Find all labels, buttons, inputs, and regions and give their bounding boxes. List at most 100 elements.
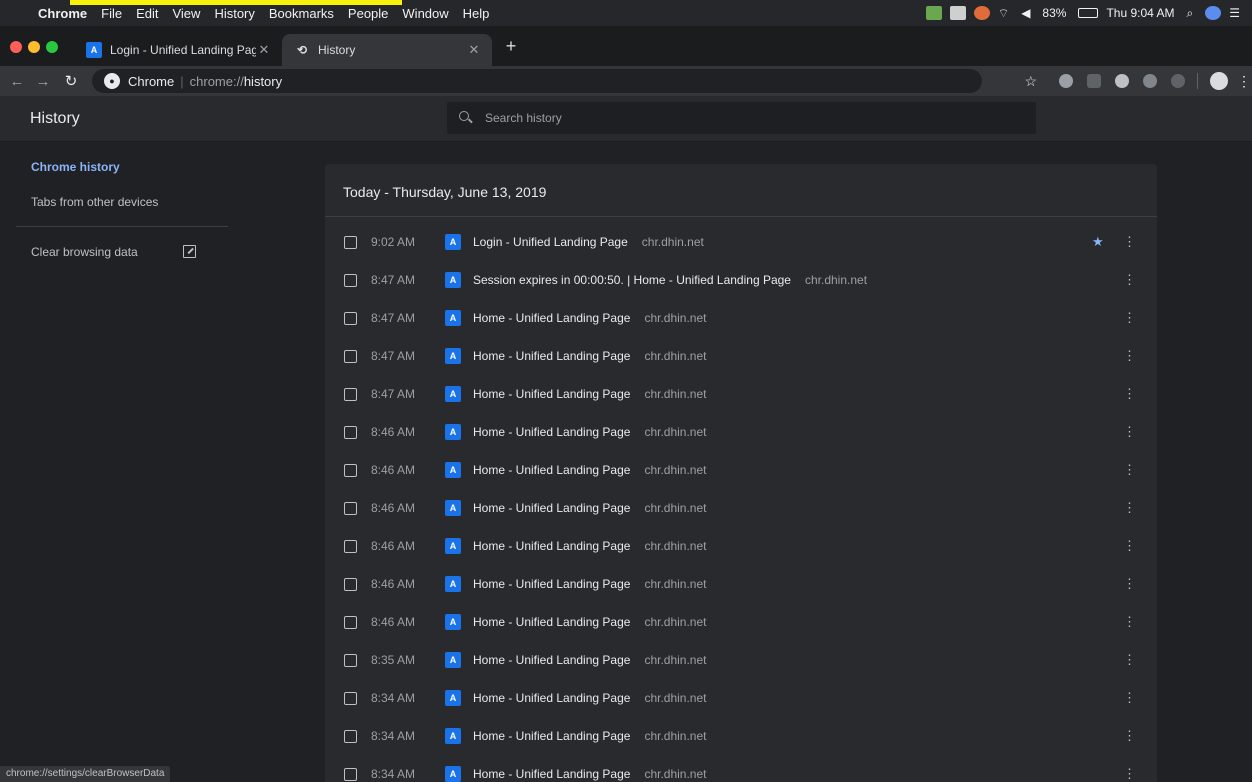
profile-avatar[interactable] — [1210, 72, 1228, 90]
page-title-link[interactable]: Session expires in 00:00:50. | Home - Un… — [473, 273, 791, 287]
tab-history[interactable]: ⟲ History ✕ — [282, 34, 492, 66]
row-checkbox[interactable] — [344, 463, 357, 477]
row-menu-icon[interactable]: ⋮ — [1123, 348, 1136, 364]
search-input[interactable] — [485, 111, 985, 125]
page-title-link[interactable]: Home - Unified Landing Page — [473, 539, 630, 553]
history-row[interactable]: 8:46 AM A Home - Unified Landing Page chr.d… — [325, 413, 1157, 451]
bookmark-star-icon[interactable]: ☆ — [1024, 73, 1037, 90]
history-row[interactable]: 8:34 AM A Home - Unified Landing Page chr.d… — [325, 755, 1157, 782]
status-app-icon[interactable] — [925, 6, 942, 20]
page-title-link[interactable]: Home - Unified Landing Page — [473, 577, 630, 591]
sidebar-item-other-devices[interactable]: Tabs from other devices — [31, 195, 158, 209]
chrome-menu-icon[interactable]: ⋮ — [1236, 73, 1252, 90]
row-checkbox[interactable] — [344, 691, 357, 705]
address-bar[interactable]: ● Chrome | chrome://history — [92, 69, 982, 93]
menu-window[interactable]: Window — [402, 6, 448, 21]
menu-app-name[interactable]: Chrome — [38, 6, 87, 21]
history-row[interactable]: 8:46 AM A Home - Unified Landing Page chr.d… — [325, 565, 1157, 603]
menu-help[interactable]: Help — [463, 6, 490, 21]
window-zoom-button[interactable] — [46, 41, 58, 53]
row-menu-icon[interactable]: ⋮ — [1123, 424, 1136, 440]
window-minimize-button[interactable] — [28, 41, 40, 53]
row-menu-icon[interactable]: ⋮ — [1123, 234, 1136, 250]
menubar-clock[interactable]: Thu 9:04 AM — [1106, 6, 1174, 20]
row-checkbox[interactable] — [344, 311, 357, 325]
row-checkbox[interactable] — [344, 767, 357, 781]
new-tab-button[interactable]: + — [500, 36, 522, 60]
history-row[interactable]: 8:46 AM A Home - Unified Landing Page chr.d… — [325, 489, 1157, 527]
row-menu-icon[interactable]: ⋮ — [1123, 310, 1136, 326]
row-checkbox[interactable] — [344, 577, 357, 591]
page-title-link[interactable]: Home - Unified Landing Page — [473, 615, 630, 629]
forward-arrow-icon[interactable]: → — [32, 73, 54, 90]
row-checkbox[interactable] — [344, 729, 357, 743]
row-checkbox[interactable] — [344, 615, 357, 629]
siri-icon[interactable] — [1205, 6, 1222, 20]
wifi-icon[interactable]: ⌔ — [998, 6, 1009, 21]
row-menu-icon[interactable]: ⋮ — [1123, 652, 1136, 668]
history-row[interactable]: 8:46 AM A Home - Unified Landing Page chr.d… — [325, 603, 1157, 641]
sidebar-item-chrome-history[interactable]: Chrome history — [31, 160, 120, 174]
row-menu-icon[interactable]: ⋮ — [1123, 272, 1136, 288]
menu-view[interactable]: View — [172, 6, 200, 21]
page-title-link[interactable]: Login - Unified Landing Page — [473, 235, 628, 249]
history-row[interactable]: 8:47 AM A Home - Unified Landing Page chr.d… — [325, 337, 1157, 375]
history-row[interactable]: 8:46 AM A Home - Unified Landing Page chr.d… — [325, 451, 1157, 489]
page-title-link[interactable]: Home - Unified Landing Page — [473, 425, 630, 439]
history-row[interactable]: 8:47 AM A Session expires in 00:00:50. | H… — [325, 261, 1157, 299]
history-row[interactable]: 8:34 AM A Home - Unified Landing Page chr.d… — [325, 717, 1157, 755]
menu-file[interactable]: File — [101, 6, 122, 21]
status-app-icon[interactable] — [973, 6, 990, 20]
external-link-icon[interactable] — [183, 245, 196, 258]
tab-login[interactable]: A Login - Unified Landing Page ✕ — [74, 34, 282, 66]
row-menu-icon[interactable]: ⋮ — [1123, 690, 1136, 706]
extension-icon[interactable] — [1059, 74, 1073, 88]
row-checkbox[interactable] — [344, 425, 357, 439]
page-title-link[interactable]: Home - Unified Landing Page — [473, 311, 630, 325]
battery-percent[interactable]: 83% — [1042, 6, 1066, 20]
close-tab-icon[interactable]: ✕ — [256, 42, 272, 58]
row-checkbox[interactable] — [344, 273, 357, 287]
sidebar-item-clear-browsing-data[interactable]: Clear browsing data — [31, 245, 138, 259]
window-close-button[interactable] — [10, 41, 22, 53]
history-row[interactable]: 9:02 AM A Login - Unified Landing Page chr.… — [325, 223, 1157, 261]
row-menu-icon[interactable]: ⋮ — [1123, 538, 1136, 554]
row-checkbox[interactable] — [344, 349, 357, 363]
spotlight-search-icon[interactable]: ⌕ — [1187, 6, 1194, 21]
status-app-icon[interactable] — [949, 6, 966, 20]
back-arrow-icon[interactable]: ← — [6, 73, 28, 90]
page-title-link[interactable]: Home - Unified Landing Page — [473, 463, 630, 477]
row-menu-icon[interactable]: ⋮ — [1123, 386, 1136, 402]
row-checkbox[interactable] — [344, 539, 357, 553]
page-title-link[interactable]: Home - Unified Landing Page — [473, 387, 630, 401]
volume-icon[interactable]: ◀ — [1021, 6, 1030, 20]
extension-puzzle-icon[interactable] — [1171, 74, 1185, 88]
extension-icon[interactable] — [1143, 74, 1157, 88]
row-menu-icon[interactable]: ⋮ — [1123, 614, 1136, 630]
row-checkbox[interactable] — [344, 501, 357, 515]
history-row[interactable]: 8:35 AM A Home - Unified Landing Page chr.d… — [325, 641, 1157, 679]
row-menu-icon[interactable]: ⋮ — [1123, 576, 1136, 592]
battery-icon[interactable] — [1078, 8, 1099, 18]
history-row[interactable]: 8:47 AM A Home - Unified Landing Page chr.d… — [325, 299, 1157, 337]
page-title-link[interactable]: Home - Unified Landing Page — [473, 501, 630, 515]
extension-grammarly-icon[interactable] — [1087, 74, 1101, 88]
row-menu-icon[interactable]: ⋮ — [1123, 500, 1136, 516]
row-menu-icon[interactable]: ⋮ — [1123, 728, 1136, 744]
bookmarked-star-icon[interactable]: ★ — [1092, 234, 1104, 250]
menu-history[interactable]: History — [214, 6, 254, 21]
search-box[interactable] — [447, 102, 1036, 134]
page-title-link[interactable]: Home - Unified Landing Page — [473, 691, 630, 705]
menu-bookmarks[interactable]: Bookmarks — [269, 6, 334, 21]
history-row[interactable]: 8:47 AM A Home - Unified Landing Page chr.d… — [325, 375, 1157, 413]
row-checkbox[interactable] — [344, 387, 357, 401]
history-row[interactable]: 8:34 AM A Home - Unified Landing Page chr.d… — [325, 679, 1157, 717]
close-tab-icon[interactable]: ✕ — [466, 42, 482, 58]
page-title-link[interactable]: Home - Unified Landing Page — [473, 767, 630, 781]
menu-people[interactable]: People — [348, 6, 388, 21]
history-row[interactable]: 8:46 AM A Home - Unified Landing Page chr.d… — [325, 527, 1157, 565]
row-checkbox[interactable] — [344, 653, 357, 667]
reload-icon[interactable]: ↻ — [60, 72, 82, 90]
row-menu-icon[interactable]: ⋮ — [1123, 766, 1136, 782]
page-title-link[interactable]: Home - Unified Landing Page — [473, 653, 630, 667]
